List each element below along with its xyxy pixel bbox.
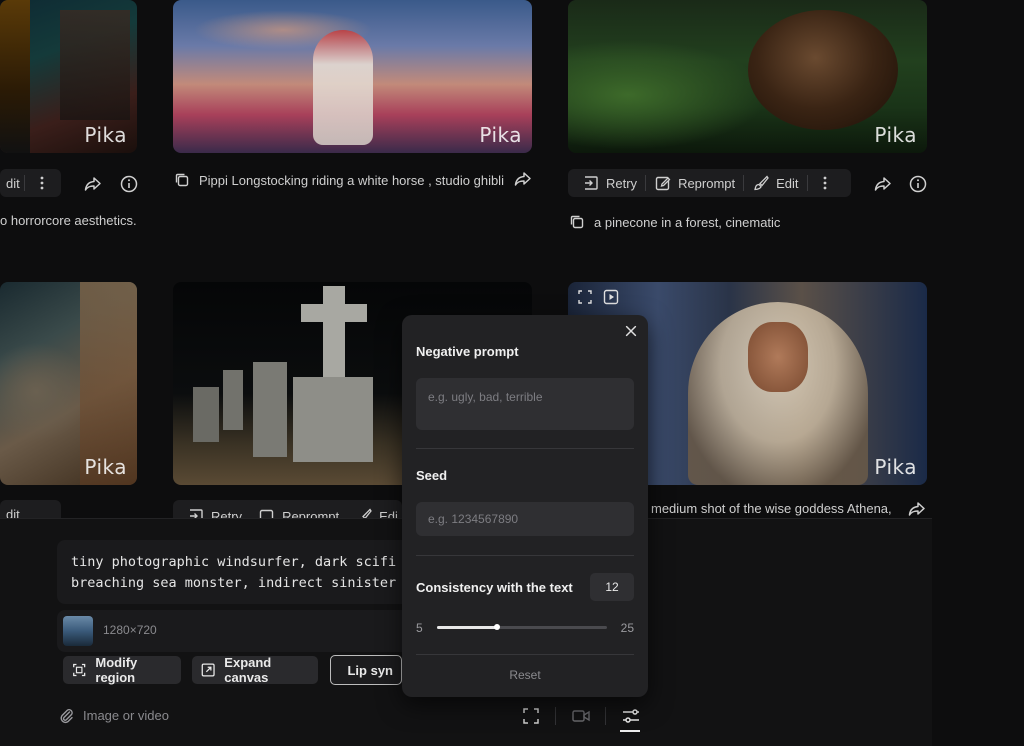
info-icon[interactable]	[119, 174, 139, 194]
seed-label: Seed	[416, 468, 448, 483]
more-icon[interactable]	[33, 174, 51, 192]
lip-sync-button[interactable]: Lip syn	[330, 655, 402, 685]
consistency-value: 12	[605, 580, 619, 594]
fullscreen-icon[interactable]	[576, 288, 594, 306]
pika-watermark: Pika	[84, 455, 127, 479]
info-icon[interactable]	[908, 174, 928, 194]
consistency-label: Consistency with the text	[416, 580, 573, 595]
video-thumbnail-pinecone[interactable]: Pika	[568, 0, 927, 153]
more-icon[interactable]	[816, 174, 834, 192]
edit-button[interactable]: Edit	[744, 169, 806, 197]
play-square-icon[interactable]	[602, 288, 620, 306]
divider	[605, 707, 606, 725]
divider	[416, 654, 634, 655]
reprompt-button[interactable]: Reprompt	[646, 169, 743, 197]
brush-icon	[362, 508, 372, 518]
close-icon[interactable]	[624, 324, 638, 338]
slider-min-label: 5	[416, 621, 423, 635]
pika-watermark: Pika	[874, 455, 917, 479]
modify-region-button[interactable]: Modify region	[63, 655, 181, 685]
region-select-icon	[73, 663, 86, 677]
retry-button[interactable]: Retry	[179, 502, 250, 518]
retry-icon	[190, 509, 203, 518]
divider	[416, 555, 634, 556]
reset-button[interactable]: Reset	[402, 668, 648, 682]
edit-button[interactable]: dit	[6, 500, 24, 519]
divider	[555, 707, 556, 725]
paperclip-icon	[60, 709, 73, 724]
media-attachment: 1280×720	[57, 610, 417, 652]
pika-watermark: Pika	[479, 123, 522, 147]
seed-input[interactable]: e.g. 1234567890	[416, 502, 634, 536]
divider	[806, 175, 808, 191]
pencil-square-icon	[259, 509, 274, 518]
brush-icon	[754, 175, 769, 191]
active-indicator	[620, 730, 640, 732]
copy-icon[interactable]	[568, 213, 586, 231]
slider-fill	[437, 626, 497, 629]
caption-pippi: Pippi Longstocking riding a white horse …	[173, 171, 504, 189]
expand-icon	[201, 663, 215, 677]
edit-button[interactable]: Edi	[347, 502, 402, 518]
share-icon[interactable]	[873, 174, 893, 194]
share-icon[interactable]	[907, 499, 927, 519]
consistency-value-box[interactable]: 12	[590, 573, 634, 601]
share-icon[interactable]	[83, 174, 103, 194]
share-icon[interactable]	[513, 169, 533, 189]
retry-icon	[585, 176, 598, 190]
attach-media-button[interactable]: Image or video	[57, 706, 169, 724]
graveyard-action-bar: Retry Reprompt Edi	[173, 500, 402, 518]
left-top-action-bar: dit	[0, 169, 61, 197]
divider	[416, 448, 634, 449]
video-thumbnail-left-top[interactable]: Pika	[0, 0, 137, 153]
edit-button[interactable]: dit	[6, 169, 24, 197]
video-thumbnail-pippi[interactable]: Pika	[173, 0, 532, 153]
caption-athena: medium shot of the wise goddess Athena,	[651, 501, 892, 516]
pencil-square-icon	[655, 176, 671, 191]
reprompt-button[interactable]: Reprompt	[250, 502, 347, 518]
slider-max-label: 25	[620, 621, 634, 635]
retry-button[interactable]: Retry	[574, 169, 645, 197]
prompt-textarea[interactable]: tiny photographic windsurfer, dark scifi…	[57, 540, 417, 604]
pika-watermark: Pika	[874, 123, 917, 147]
pika-watermark: Pika	[84, 123, 127, 147]
slider-thumb[interactable]	[493, 624, 500, 630]
pinecone-action-bar: Retry Reprompt Edit	[568, 169, 851, 197]
camera-icon[interactable]	[571, 706, 591, 726]
negative-prompt-input[interactable]: e.g. ugly, bad, terrible	[416, 378, 634, 430]
media-thumbnail[interactable]	[63, 616, 93, 646]
caption-left-top: o horrorcore aesthetics.	[0, 213, 137, 228]
generation-settings-panel: Negative prompt e.g. ugly, bad, terrible…	[402, 315, 648, 697]
expand-canvas-button[interactable]: Expand canvas	[192, 655, 318, 685]
aspect-ratio-icon[interactable]	[521, 706, 541, 726]
consistency-slider[interactable]	[437, 624, 607, 630]
caption-pinecone: a pinecone in a forest, cinematic	[568, 213, 780, 231]
copy-icon[interactable]	[173, 171, 191, 189]
settings-sliders-icon[interactable]	[621, 706, 641, 726]
divider	[23, 175, 25, 191]
left-bottom-action-bar: dit	[0, 500, 61, 518]
video-thumbnail-wolf[interactable]: Pika	[0, 282, 137, 485]
negative-prompt-label: Negative prompt	[416, 344, 519, 359]
resolution-label: 1280×720	[103, 623, 157, 637]
